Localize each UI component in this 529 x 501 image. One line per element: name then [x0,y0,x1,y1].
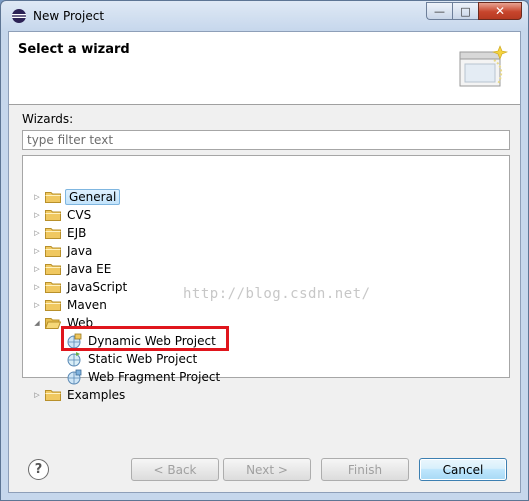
tree-item-ejb[interactable]: ▷ EJB [32,224,88,242]
folder-icon [45,264,61,275]
dialog-body: Select a wizard Wizards: http://blog.csd… [8,31,521,493]
folder-icon [45,246,61,257]
folder-icon [45,210,61,221]
web-fragment-project-icon [67,369,82,385]
expand-arrow-icon[interactable]: ▷ [32,264,42,274]
help-button[interactable]: ? [28,459,49,480]
tree-item-label: Java EE [67,262,112,276]
tree-item-label: Examples [67,388,126,402]
tree-item-label: Web [67,316,94,330]
tree-item-javascript[interactable]: ▷ JavaScript [32,278,129,296]
folder-icon [45,228,61,239]
title-bar[interactable]: New Project — □ ✕ [1,1,528,31]
wizard-banner: Select a wizard [9,32,520,105]
tree-item-label: Web Fragment Project [88,370,221,384]
tree-item-label: CVS [67,208,92,222]
folder-icon [45,390,61,401]
expand-arrow-icon[interactable]: ▷ [32,246,42,256]
new-project-dialog: New Project — □ ✕ Select a wizard Wizard… [0,0,529,501]
tree-item-java[interactable]: ▷ Java [32,242,94,260]
page-title: Select a wizard [18,42,130,57]
tree-item-general[interactable]: ▷ General [32,188,121,206]
expand-arrow-icon[interactable]: ▷ [32,390,42,400]
window-title: New Project [33,9,105,23]
collapse-arrow-icon[interactable]: ◢ [32,318,42,328]
back-button[interactable]: < Back [131,458,219,481]
tree-item-label: General [65,189,121,205]
filter-input[interactable] [22,130,510,150]
tree-item-label: EJB [67,226,87,240]
wizard-window-icon [459,45,509,87]
folder-icon [45,192,61,203]
tree-item-maven[interactable]: ▷ Maven [32,296,109,314]
folder-icon [45,282,61,293]
finish-button[interactable]: Finish [321,458,409,481]
eclipse-icon [12,9,26,23]
folder-open-icon [45,318,61,329]
close-button[interactable]: ✕ [478,2,522,20]
folder-icon [45,300,61,311]
tree-item-java-ee[interactable]: ▷ Java EE [32,260,113,278]
expand-arrow-icon[interactable]: ▷ [32,300,42,310]
tree-item-cvs[interactable]: ▷ CVS [32,206,93,224]
minimize-button[interactable]: — [426,2,452,20]
expand-arrow-icon[interactable]: ▷ [32,228,42,238]
expand-arrow-icon[interactable]: ▷ [32,192,42,202]
window-controls: — □ ✕ [426,2,522,21]
next-button[interactable]: Next > [223,458,311,481]
maximize-button[interactable]: □ [452,2,478,20]
expand-arrow-icon[interactable]: ▷ [32,210,42,220]
tree-item-label: Static Web Project [88,352,198,366]
tree-item-label: Maven [67,298,107,312]
expand-arrow-icon[interactable]: ▷ [32,282,42,292]
tree-item-dynamic-web-project[interactable]: Dynamic Web Project [66,332,218,350]
tree-item-label: JavaScript [67,280,128,294]
tree-item-static-web-project[interactable]: Static Web Project [66,350,199,368]
cancel-button[interactable]: Cancel [419,458,507,481]
tree-item-web[interactable]: ◢ Web [32,314,95,332]
static-web-project-icon [67,352,81,367]
tree-item-label: Dynamic Web Project [88,334,216,348]
wizards-label: Wizards: [22,112,74,126]
web-project-icon [67,333,82,349]
tree-item-label: Java [67,244,93,258]
tree-item-examples[interactable]: ▷ Examples [32,386,127,404]
tree-item-web-fragment-project[interactable]: Web Fragment Project [66,368,222,386]
watermark-text: http://blog.csdn.net/ [183,286,371,302]
wizard-tree[interactable]: http://blog.csdn.net/ ▷ General ▷ CVS ▷ … [22,155,510,402]
